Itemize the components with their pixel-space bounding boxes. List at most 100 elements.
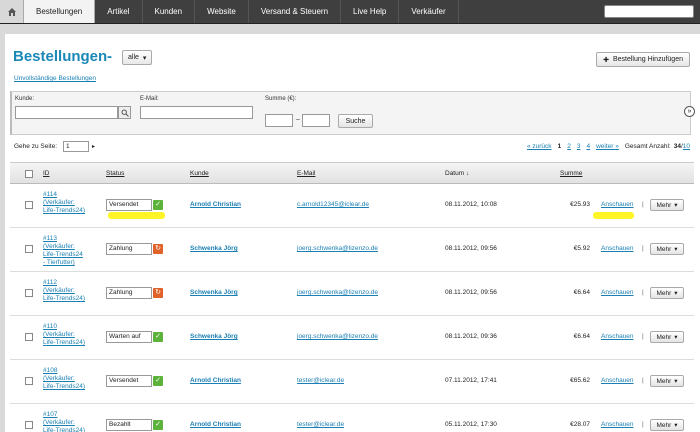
sum-range-separator: –: [296, 116, 300, 123]
email-input[interactable]: [140, 106, 253, 119]
sum-to-input[interactable]: [302, 114, 330, 127]
view-order-link[interactable]: Anschauen: [601, 289, 634, 296]
table-row: #108 (Verkäufer: Life-Trends24) Versende…: [10, 360, 694, 404]
row-checkbox[interactable]: [25, 333, 33, 341]
email-link[interactable]: joerg.schwenka@lizenzo.de: [297, 333, 378, 340]
order-id-link[interactable]: #107 (Verkäufer: Life-Trends24): [43, 411, 85, 432]
chevron-down-icon: ▾: [674, 290, 678, 297]
goto-page-arrow-icon[interactable]: ▸: [92, 143, 95, 150]
page-link-4[interactable]: 4: [586, 143, 590, 150]
status-refresh-icon[interactable]: ↻: [153, 288, 163, 298]
email-label: E-Mail:: [140, 96, 159, 102]
more-button[interactable]: Mehr ▾: [650, 375, 684, 387]
customer-label: Kunde:: [15, 96, 35, 102]
page-back-link[interactable]: « zurück: [527, 143, 552, 150]
view-order-link[interactable]: Anschauen: [601, 377, 634, 384]
more-label: Mehr: [656, 289, 672, 297]
chevron-down-icon: ▾: [674, 202, 678, 209]
email-link[interactable]: c.arnold12345@iclear.de: [297, 201, 369, 208]
more-label: Mehr: [656, 333, 672, 341]
status-select[interactable]: Warten auf: [106, 331, 152, 343]
status-refresh-icon[interactable]: ✓: [153, 200, 163, 210]
order-id-link[interactable]: #112 (Verkäufer: Life-Trends24): [43, 279, 85, 303]
order-date: 08.11.2012, 09:56: [445, 289, 497, 296]
status-select[interactable]: Zahlung: [106, 243, 152, 255]
customer-link[interactable]: Arnold Christian: [190, 377, 241, 384]
table-row: #112 (Verkäufer: Life-Trends24) Zahlung …: [10, 272, 694, 316]
email-link[interactable]: tester@iclear.de: [297, 377, 344, 384]
select-all-checkbox[interactable]: [25, 170, 33, 178]
row-checkbox[interactable]: [25, 245, 33, 253]
action-separator: |: [642, 333, 644, 340]
table-row: #114 (Verkäufer: Life-Trends24) Versende…: [10, 184, 694, 228]
tab-artikel[interactable]: Artikel: [95, 0, 143, 23]
status-select[interactable]: Versendet: [106, 199, 152, 211]
more-button[interactable]: Mehr ▾: [650, 419, 684, 431]
view-order-link[interactable]: Anschauen: [601, 421, 634, 428]
customer-input[interactable]: [15, 106, 118, 119]
customer-link[interactable]: Schwenka Jörg: [190, 245, 238, 252]
more-label: Mehr: [656, 421, 672, 429]
header-customer[interactable]: Kunde: [190, 170, 209, 177]
header-status[interactable]: Status: [106, 170, 124, 177]
tab-bestellungen[interactable]: Bestellungen: [24, 0, 96, 23]
order-id-link[interactable]: #113 (Verkäufer: Life-Trends24 - Tierfut…: [43, 235, 83, 267]
tab-live-help[interactable]: Live Help: [341, 0, 400, 23]
status-refresh-icon[interactable]: ✓: [153, 332, 163, 342]
search-button[interactable]: Suche: [338, 114, 373, 128]
view-order-link[interactable]: Anschauen: [601, 201, 634, 208]
status-refresh-icon[interactable]: ✓: [153, 420, 163, 430]
tab-kunden[interactable]: Kunden: [143, 0, 196, 23]
status-refresh-icon[interactable]: ✓: [153, 376, 163, 386]
row-checkbox[interactable]: [25, 421, 33, 429]
page-link-2[interactable]: 2: [567, 143, 571, 150]
header-date[interactable]: Datum ↓: [445, 170, 469, 177]
row-checkbox[interactable]: [25, 377, 33, 385]
tab-verkaeufer[interactable]: Verkäufer: [399, 0, 459, 23]
total-all-link[interactable]: 10: [683, 143, 690, 150]
more-button[interactable]: Mehr ▾: [650, 331, 684, 343]
more-button[interactable]: Mehr ▾: [650, 243, 684, 255]
order-sum: €28.07: [570, 421, 590, 428]
customer-link[interactable]: Schwenka Jörg: [190, 333, 238, 340]
order-id-link[interactable]: #110 (Verkäufer: Life-Trends24): [43, 323, 85, 347]
order-id-link[interactable]: #114 (Verkäufer: Life-Trends24): [43, 191, 85, 215]
tab-website[interactable]: Website: [195, 0, 249, 23]
page-link-3[interactable]: 3: [577, 143, 581, 150]
tab-versand-steuern[interactable]: Versand & Steuern: [249, 0, 342, 23]
order-filter-select[interactable]: alle ▾: [122, 50, 153, 65]
header-email[interactable]: E-Mail: [297, 170, 315, 177]
collapse-icon[interactable]: »: [684, 106, 695, 117]
order-sum: €5.92: [573, 245, 590, 252]
incomplete-orders-link[interactable]: Unvollständige Bestellungen: [14, 75, 96, 82]
view-order-link[interactable]: Anschauen: [601, 333, 634, 340]
email-link[interactable]: joerg.schwenka@lizenzo.de: [297, 245, 378, 252]
more-button[interactable]: Mehr ▾: [650, 199, 684, 211]
goto-page-input[interactable]: 1: [63, 141, 89, 152]
search-icon[interactable]: [118, 106, 131, 119]
chevron-down-icon: ▾: [674, 246, 678, 253]
more-label: Mehr: [656, 377, 672, 385]
status-refresh-icon[interactable]: ↻: [153, 244, 163, 254]
header-sum[interactable]: Summe: [560, 170, 582, 177]
status-select[interactable]: Bezahlt: [106, 419, 152, 431]
header-id[interactable]: ID: [43, 170, 50, 177]
home-icon[interactable]: [0, 0, 24, 23]
view-order-link[interactable]: Anschauen: [601, 245, 634, 252]
sum-from-input[interactable]: [265, 114, 293, 127]
more-button[interactable]: Mehr ▾: [650, 287, 684, 299]
customer-link[interactable]: Arnold Christian: [190, 421, 241, 428]
add-order-button[interactable]: ✚ Bestellung Hinzufügen: [596, 52, 690, 67]
order-id-link[interactable]: #108 (Verkäufer: Life-Trends24): [43, 367, 85, 391]
global-search-input[interactable]: [604, 5, 694, 18]
email-link[interactable]: joerg.schwenka@lizenzo.de: [297, 289, 378, 296]
row-checkbox[interactable]: [25, 201, 33, 209]
status-select[interactable]: Versendet: [106, 375, 152, 387]
main-panel: Bestellungen - alle ▾ ✚ Bestellung Hinzu…: [5, 34, 700, 432]
page-next-link[interactable]: weiter »: [596, 143, 619, 150]
status-select[interactable]: Zahlung: [106, 287, 152, 299]
email-link[interactable]: tester@iclear.de: [297, 421, 344, 428]
customer-link[interactable]: Arnold Christian: [190, 201, 241, 208]
row-checkbox[interactable]: [25, 289, 33, 297]
customer-link[interactable]: Schwenka Jörg: [190, 289, 238, 296]
